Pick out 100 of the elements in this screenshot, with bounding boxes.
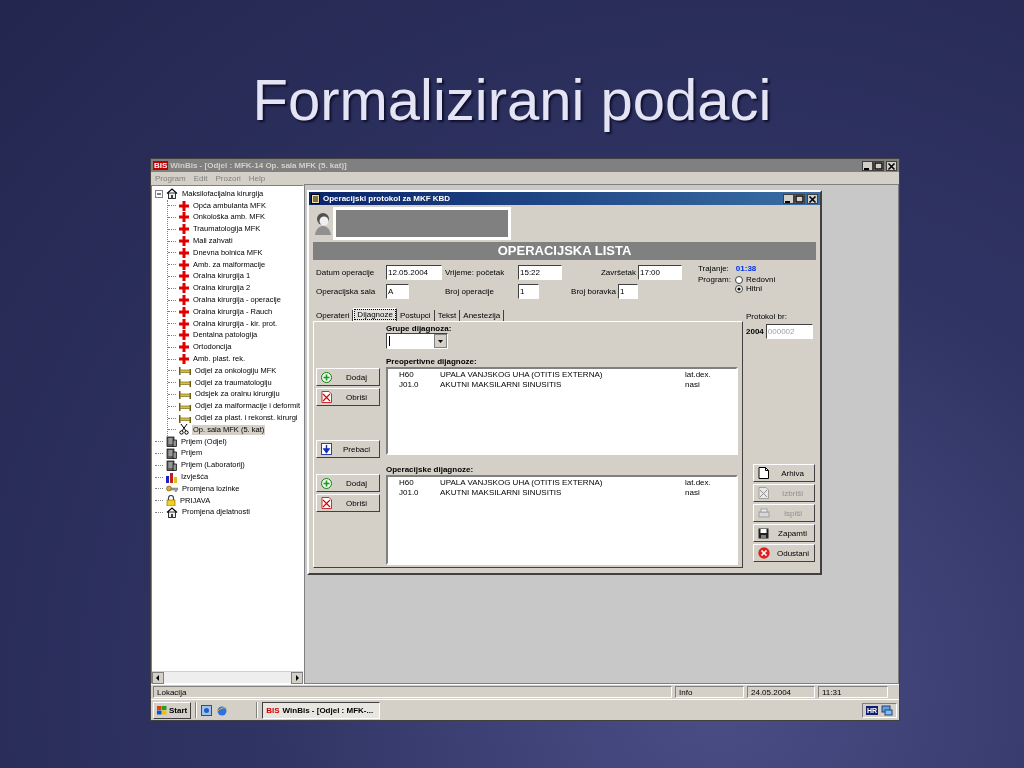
duration-value: 01:38 bbox=[735, 264, 757, 273]
medical-cross-icon bbox=[179, 212, 189, 223]
medical-cross-icon bbox=[179, 271, 189, 282]
status-panel: Info bbox=[675, 686, 744, 698]
network-icon[interactable] bbox=[881, 704, 893, 716]
window-title: WinBis - [Odjel : MFK-14 Op. sala MFK (5. kat)] bbox=[170, 161, 347, 170]
status-panel: 11:31 bbox=[818, 686, 888, 698]
medical-cross-icon bbox=[179, 236, 189, 247]
close-button[interactable] bbox=[807, 193, 818, 204]
field-label: Datum operacije bbox=[316, 267, 376, 277]
medical-cross-icon bbox=[179, 295, 189, 306]
medical-cross-icon bbox=[179, 259, 189, 270]
tab[interactable]: Anestezija bbox=[460, 310, 505, 321]
group-label: Grupe dijagnoza: bbox=[386, 324, 453, 333]
bed-icon bbox=[179, 366, 191, 376]
diagnosis-code: H60 bbox=[399, 370, 415, 380]
bar-chart-icon bbox=[166, 471, 177, 483]
minimize-button[interactable] bbox=[862, 160, 873, 171]
text-field[interactable]: 1 bbox=[618, 283, 638, 299]
diagnosis-code: H60 bbox=[399, 478, 415, 488]
scroll-right-button[interactable] bbox=[291, 672, 303, 684]
medical-cross-icon bbox=[179, 283, 189, 294]
house-icon bbox=[166, 188, 178, 200]
bed-icon bbox=[179, 413, 191, 423]
bed-icon bbox=[179, 378, 191, 388]
tab[interactable]: Dijagnoze bbox=[353, 308, 397, 321]
field-label: Protokol br: bbox=[746, 312, 788, 321]
document-icon bbox=[758, 467, 769, 479]
field-label: Operacijska sala bbox=[316, 286, 377, 296]
text-field[interactable]: 17:00 bbox=[638, 264, 682, 280]
radio-label[interactable]: Hitni bbox=[745, 284, 762, 293]
status-panel: Lokacija bbox=[153, 686, 672, 698]
text-field[interactable]: 15:22 bbox=[518, 264, 562, 280]
close-button[interactable] bbox=[886, 160, 897, 171]
radio-button[interactable] bbox=[734, 284, 743, 293]
form-icon bbox=[311, 193, 320, 204]
start-button[interactable]: Start bbox=[153, 701, 192, 719]
dialog-title: Operacijski protokol za MKF KBD bbox=[323, 194, 451, 203]
person-avatar-icon bbox=[313, 211, 333, 235]
delete-button[interactable]: Obriši bbox=[316, 388, 380, 406]
medical-cross-icon bbox=[179, 330, 189, 341]
collapse-icon[interactable] bbox=[155, 189, 163, 198]
building-icon bbox=[166, 436, 177, 448]
medical-cross-icon bbox=[179, 224, 189, 235]
status-panel: 24.05.2004 bbox=[747, 686, 815, 698]
diagnosis-name: UPALA VANJSKOG UHA (OTITIS EXTERNA) bbox=[440, 370, 604, 380]
maximize-button[interactable] bbox=[794, 193, 805, 204]
house-icon bbox=[166, 506, 178, 518]
archive-button[interactable]: Arhiva bbox=[753, 464, 815, 482]
key-icon bbox=[166, 484, 178, 494]
down-arrow-icon bbox=[321, 443, 332, 455]
dropdown-field[interactable] bbox=[386, 333, 448, 349]
protocol-year: 2004 bbox=[746, 327, 764, 336]
tab[interactable]: Tekst bbox=[434, 310, 461, 321]
building-icon bbox=[166, 459, 177, 471]
scissors-icon bbox=[179, 424, 189, 436]
cancel-button[interactable]: Odustani bbox=[753, 544, 815, 562]
diagnosis-side: nasi bbox=[685, 488, 701, 498]
move-button[interactable]: Prebaci bbox=[316, 440, 380, 458]
diagnosis-side: lat.dex. bbox=[685, 370, 712, 380]
crossed-page-icon bbox=[321, 391, 332, 403]
slide-title: Formalizirani podaci bbox=[252, 66, 772, 134]
scroll-left-button[interactable] bbox=[152, 672, 164, 684]
field-label: Broj operacije bbox=[445, 286, 495, 296]
radio-button[interactable] bbox=[734, 275, 743, 284]
add-button[interactable]: Dodaj bbox=[316, 368, 380, 386]
bed-icon bbox=[179, 401, 191, 411]
taskbar-button[interactable]: BIS WinBis - [Odjel : MFK-... bbox=[262, 701, 381, 719]
text-field[interactable]: A bbox=[386, 283, 409, 299]
browser-icon[interactable] bbox=[216, 704, 229, 716]
bed-icon bbox=[179, 389, 191, 399]
field-label: Završetak bbox=[599, 267, 637, 277]
plus-circle-icon bbox=[321, 477, 332, 489]
section-banner: OPERACIJSKA LISTA bbox=[313, 242, 816, 260]
diagnosis-name: AKUTNI MAKSILARNI SINUSITIS bbox=[440, 488, 563, 498]
crossed-page-icon bbox=[758, 487, 769, 499]
radio-label[interactable]: Redovni bbox=[745, 275, 776, 284]
diagnosis-side: lat.dex. bbox=[685, 478, 712, 488]
delete-button[interactable]: Obriši bbox=[316, 494, 380, 512]
cancel-icon bbox=[758, 547, 770, 559]
maximize-button[interactable] bbox=[873, 160, 884, 171]
field-label: Broj boravka bbox=[570, 286, 617, 296]
field-label: Trajanje: bbox=[698, 264, 729, 273]
app-logo: BIS bbox=[153, 161, 169, 170]
windows-flag-icon bbox=[157, 705, 167, 715]
diagnosis-name: UPALA VANJSKOG UHA (OTITIS EXTERNA) bbox=[440, 478, 604, 488]
text-field[interactable]: 1 bbox=[518, 283, 539, 299]
horizontal-scrollbar[interactable] bbox=[152, 671, 303, 683]
text-field[interactable]: 12.05.2004 bbox=[386, 264, 442, 280]
desktop-icon[interactable] bbox=[201, 704, 213, 716]
minimize-button[interactable] bbox=[783, 193, 794, 204]
plus-circle-icon bbox=[321, 371, 332, 383]
diagnosis-side: nasi bbox=[685, 380, 701, 390]
save-button[interactable]: Zapamti bbox=[753, 524, 815, 542]
printer-icon bbox=[758, 507, 770, 519]
medical-cross-icon bbox=[179, 354, 189, 365]
list-label: Preopertivne dijagnoze: bbox=[386, 357, 478, 366]
medical-cross-icon bbox=[179, 306, 189, 317]
tab[interactable]: Operateri bbox=[313, 310, 354, 321]
add-button[interactable]: Dodaj bbox=[316, 474, 380, 492]
